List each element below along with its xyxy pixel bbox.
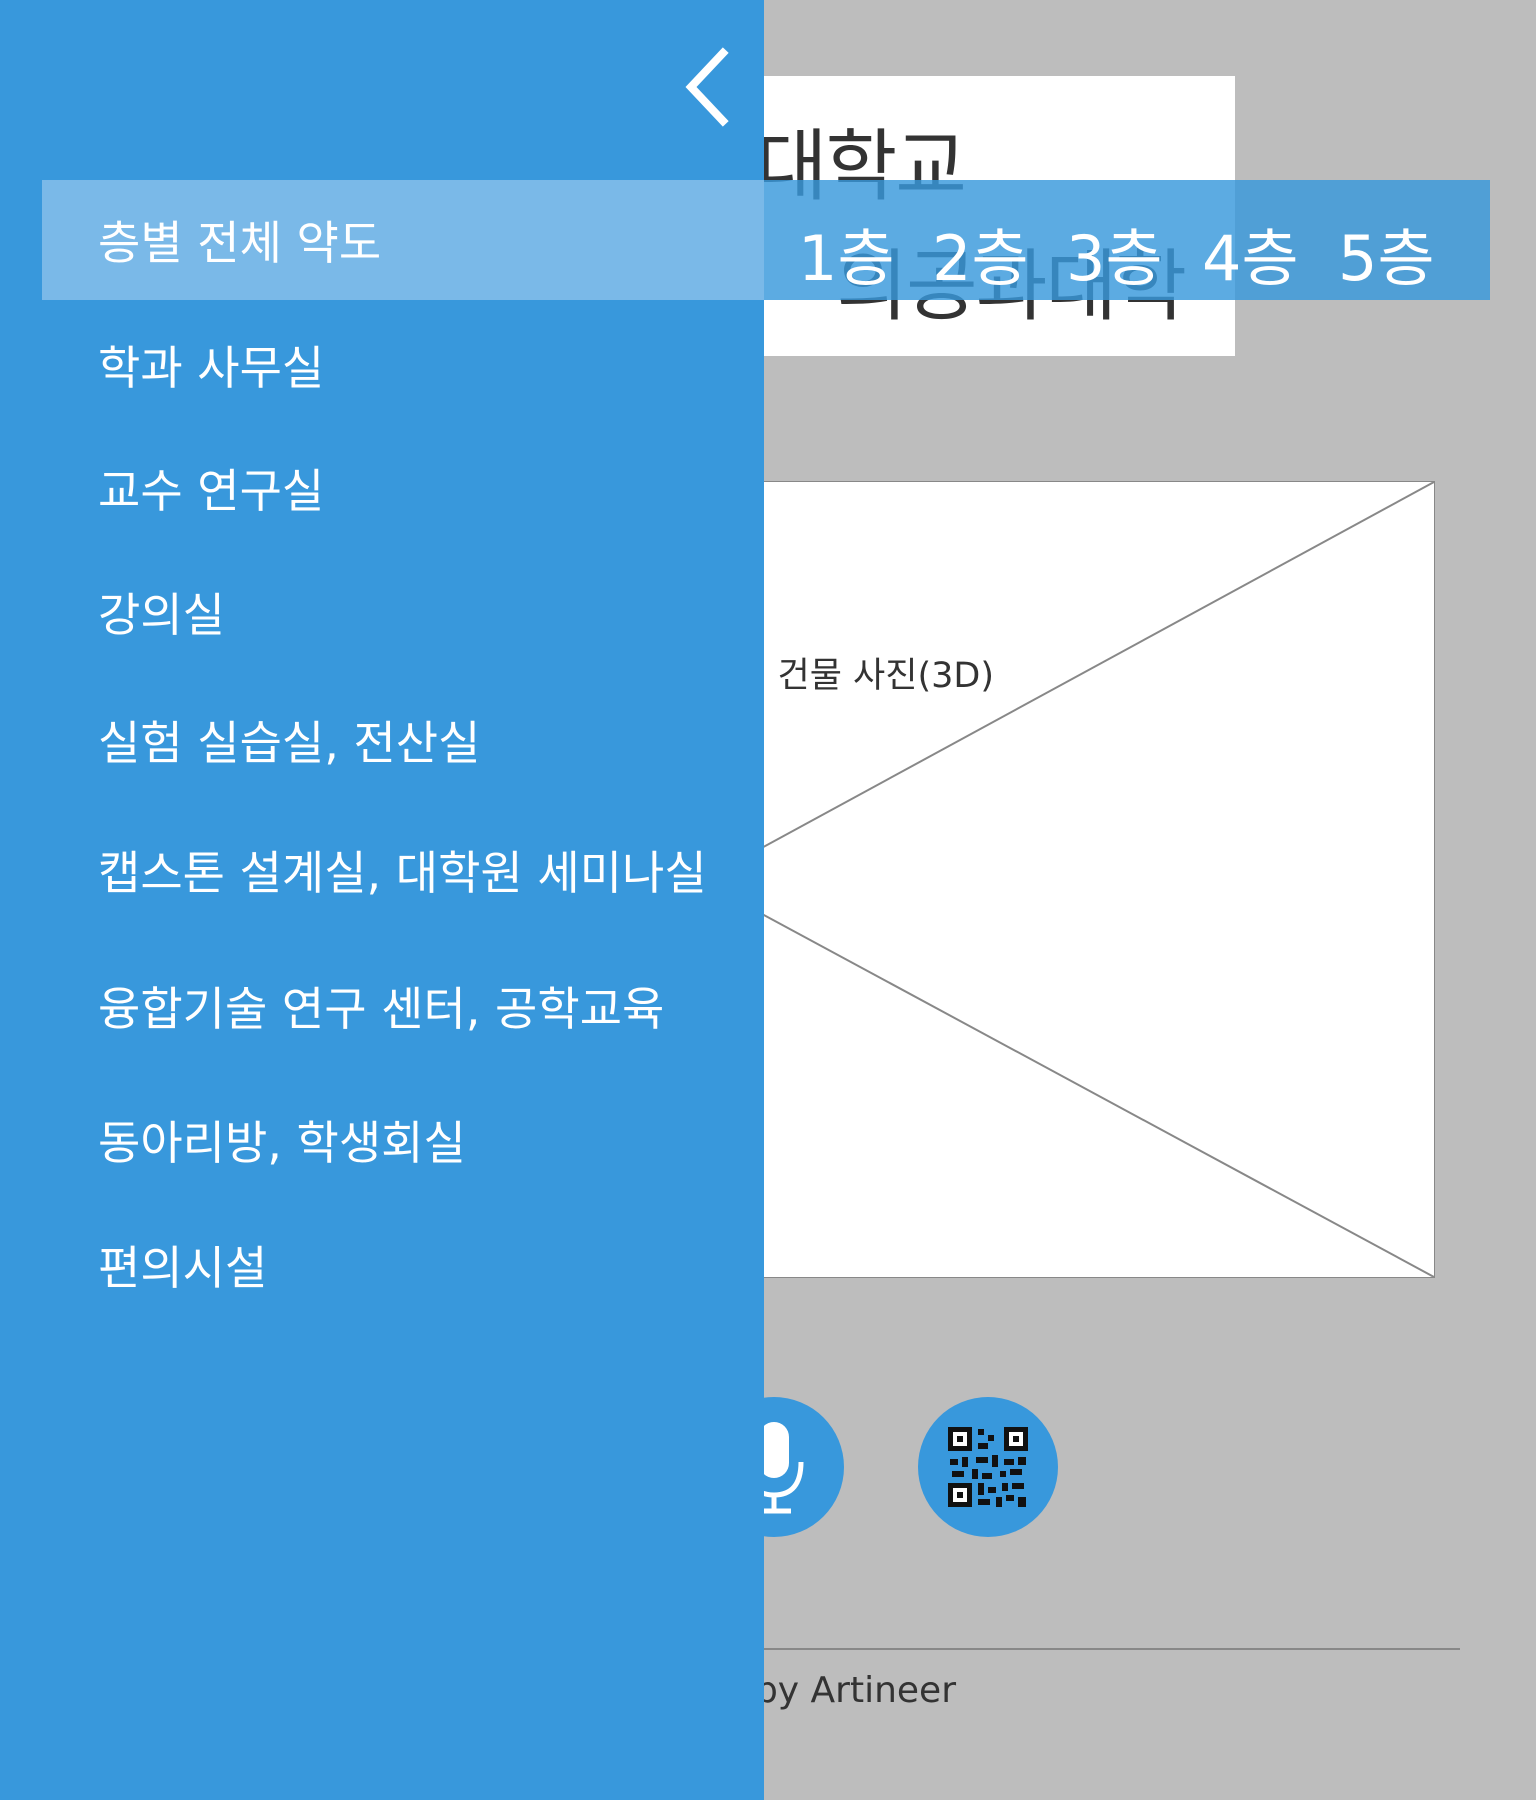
menu-item-research-center[interactable]: 융합기술 연구 센터, 공학교육	[42, 946, 764, 1066]
menu-item-dept-office[interactable]: 학과 사무실	[42, 305, 764, 425]
floor-tab-1[interactable]: 1층	[798, 208, 895, 298]
menu-item-lecture-room[interactable]: 강의실	[42, 552, 764, 672]
menu-item-professor-office[interactable]: 교수 연구실	[42, 428, 764, 548]
floor-tab-2[interactable]: 2층	[932, 208, 1029, 298]
menu-item-floor-map[interactable]: 층별 전체 약도	[42, 180, 764, 300]
menu-item-capstone-seminar[interactable]: 캡스톤 설계실, 대학원 세미나실	[42, 810, 764, 930]
chevron-left-icon	[685, 47, 729, 127]
menu-item-lab-computer-room[interactable]: 실험 실습실, 전산실	[42, 680, 764, 800]
photo-caption: 건물 사진(3D)	[777, 656, 994, 696]
footer-credit: by Artineer	[754, 1670, 956, 1711]
image-placeholder-icon	[701, 482, 1434, 1277]
menu-item-amenities[interactable]: 편의시설	[42, 1205, 764, 1325]
footer-divider	[700, 1648, 1460, 1650]
drawer-back-button[interactable]	[668, 42, 748, 132]
floor-tab-4[interactable]: 4층	[1202, 208, 1299, 298]
floor-tab-3[interactable]: 3층	[1066, 208, 1163, 298]
menu-item-club-student-council[interactable]: 동아리방, 학생회실	[42, 1080, 764, 1200]
navigation-drawer: 층별 전체 약도 학과 사무실 교수 연구실 강의실 실험 실습실, 전산실 캡…	[0, 0, 764, 1800]
qr-code-icon	[948, 1427, 1028, 1507]
qr-scan-button[interactable]	[918, 1397, 1058, 1537]
building-photo-placeholder: 건물 사진(3D)	[700, 481, 1435, 1278]
floor-tab-5[interactable]: 5층	[1338, 208, 1435, 298]
